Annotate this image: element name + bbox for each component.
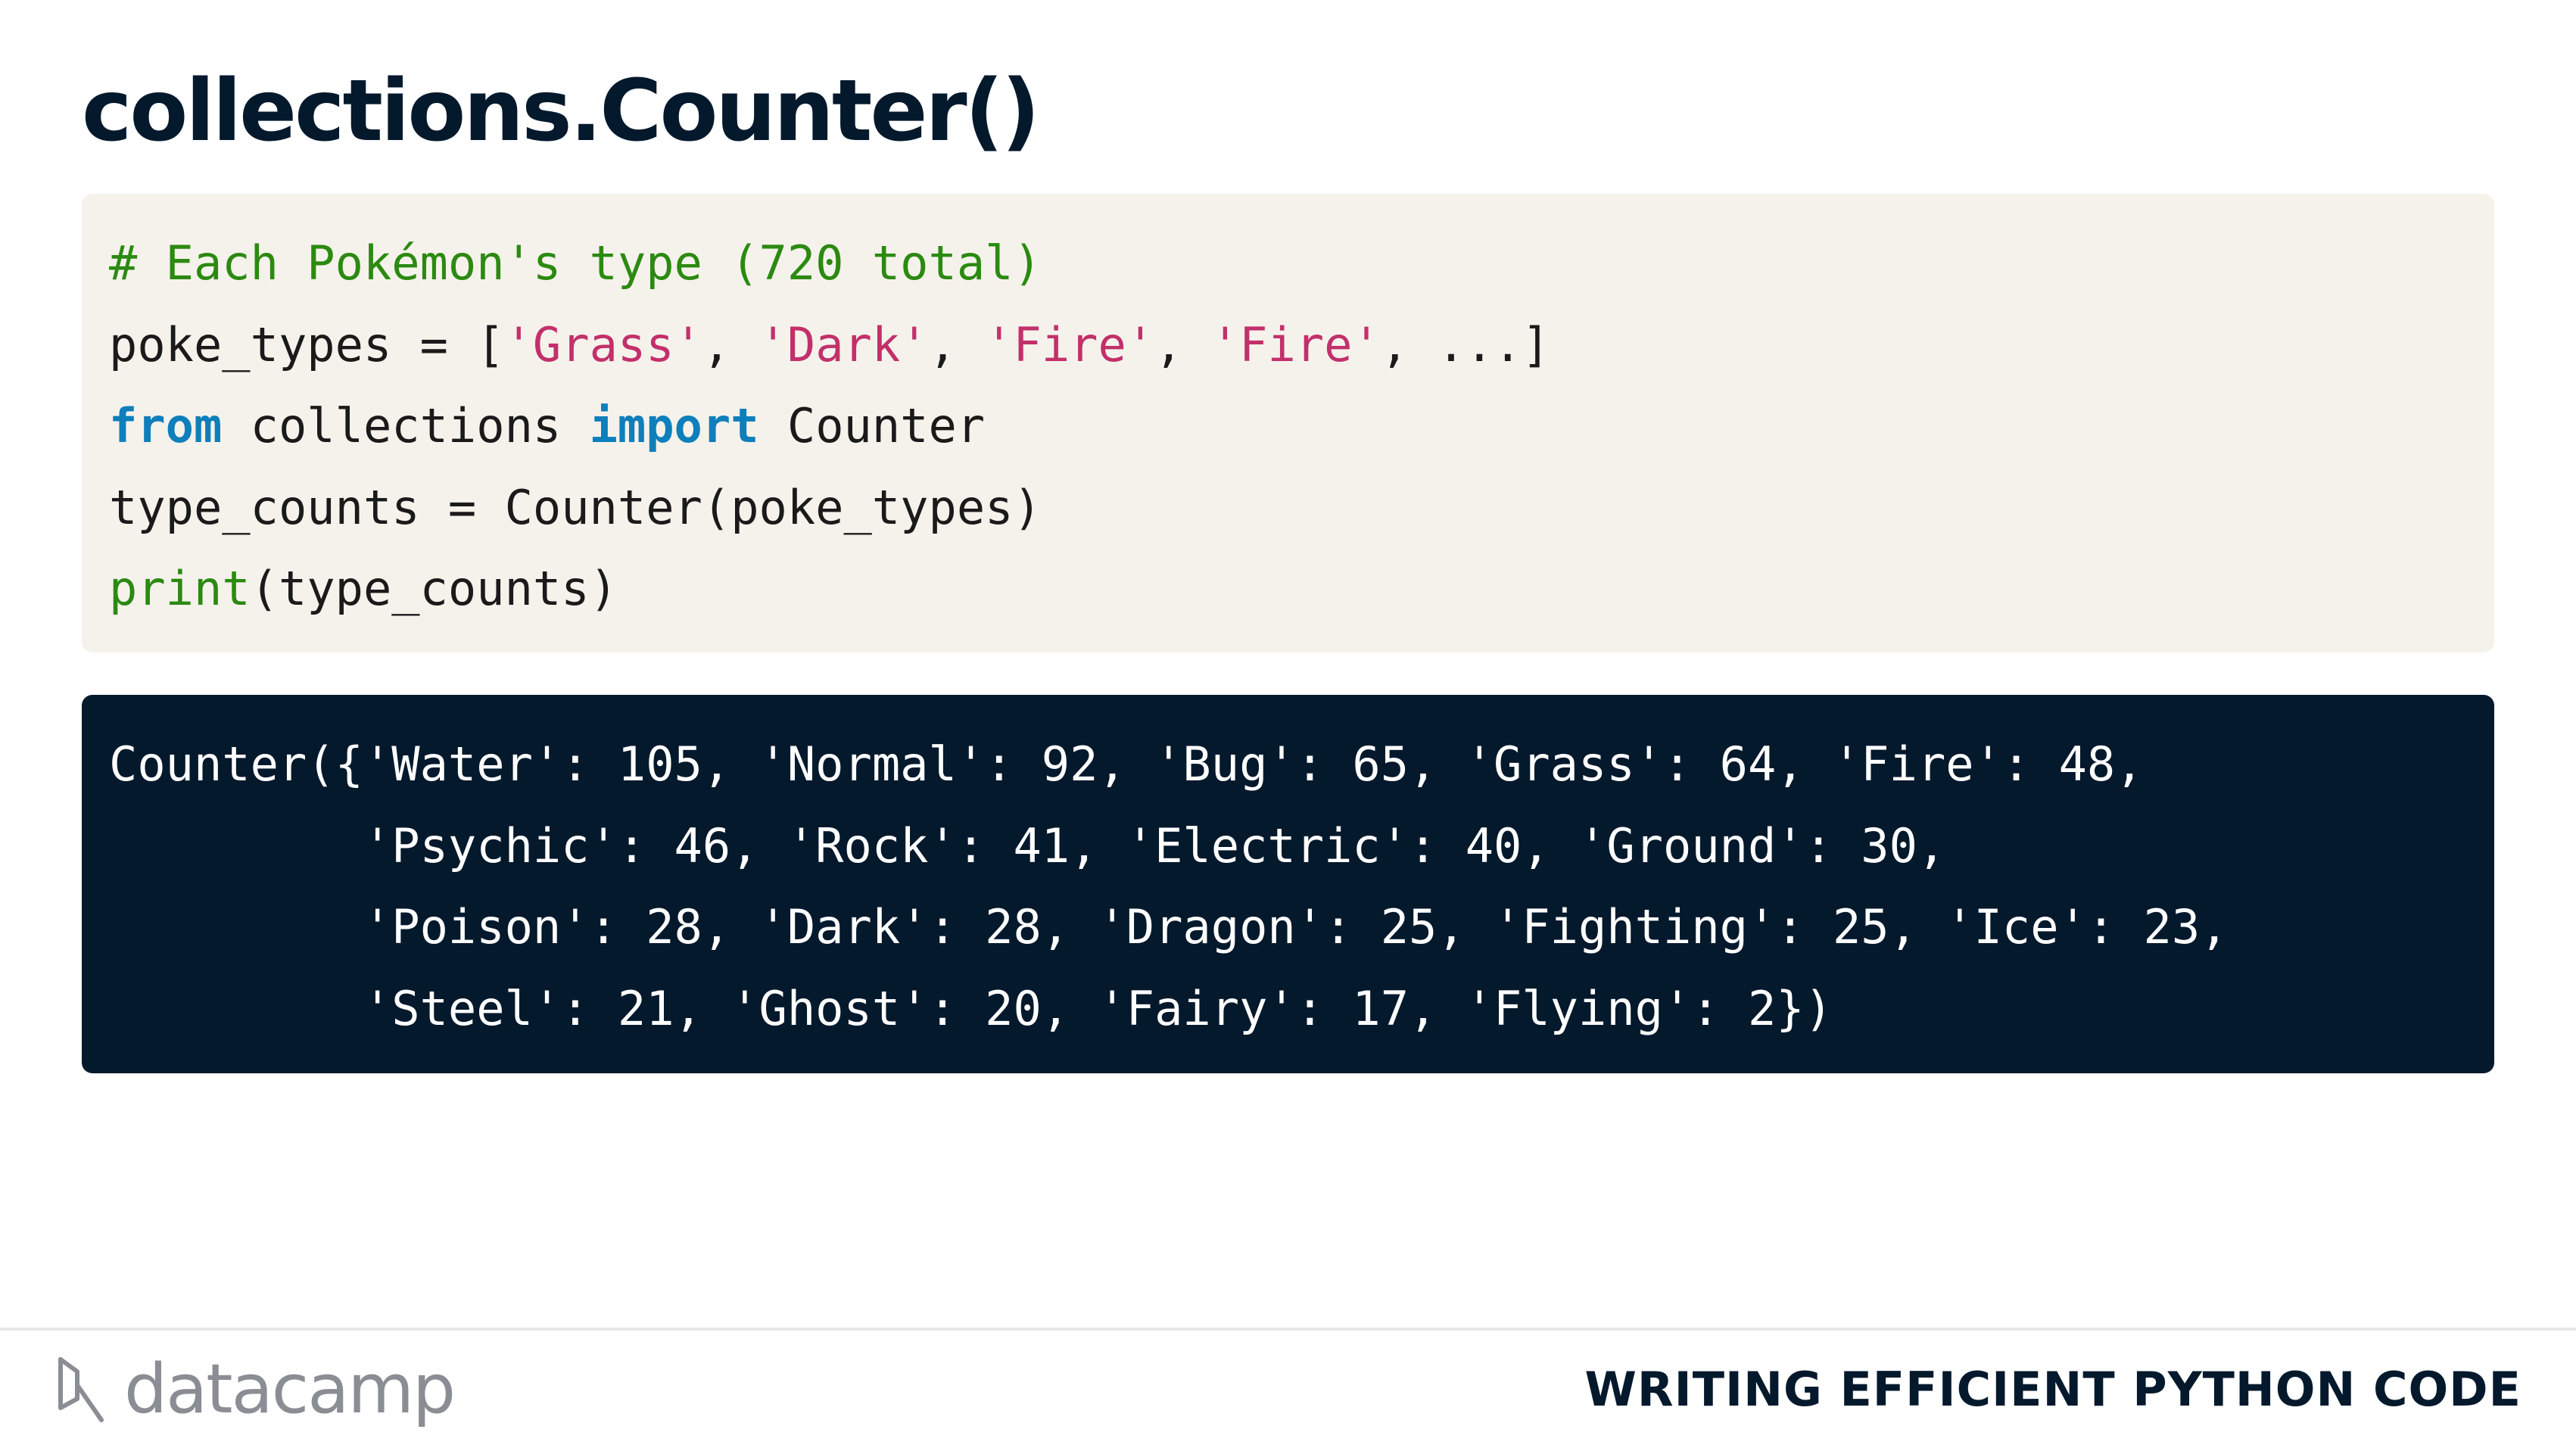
code-string: 'Fire' <box>985 316 1155 372</box>
code-string: 'Fire' <box>1210 316 1381 372</box>
brand-name: datacamp <box>124 1350 456 1429</box>
code-string: 'Dark' <box>758 316 929 372</box>
output-line-3: 'Poison': 28, 'Dark': 28, 'Dragon': 25, … <box>109 899 2229 954</box>
code-line-5: print(type_counts) <box>109 548 2494 630</box>
brand-logo: datacamp <box>55 1350 456 1429</box>
code-text: , ...] <box>1380 316 1550 372</box>
code-builtin: print <box>109 561 251 616</box>
code-text: collections <box>222 398 590 453</box>
code-block: # Each Pokémon's type (720 total) poke_t… <box>82 194 2494 652</box>
code-text: type_counts = Counter(poke_types) <box>109 479 1042 535</box>
code-line-2: poke_types = ['Grass', 'Dark', 'Fire', '… <box>109 304 2494 386</box>
output-line-2: 'Psychic': 46, 'Rock': 41, 'Electric': 4… <box>109 817 1946 873</box>
course-title: WRITING EFFICIENT PYTHON CODE <box>1584 1362 2521 1417</box>
code-string: 'Grass' <box>504 316 702 372</box>
datacamp-logo-icon <box>58 1357 104 1422</box>
code-text: Counter <box>758 398 986 453</box>
code-text: , <box>1154 316 1211 372</box>
code-text: , <box>928 316 986 372</box>
output-line-1: Counter({'Water': 105, 'Normal': 92, 'Bu… <box>109 736 2144 792</box>
code-keyword: import <box>589 398 759 453</box>
code-text: , <box>702 316 759 372</box>
code-keyword: from <box>109 398 223 453</box>
code-line-4: type_counts = Counter(poke_types) <box>109 467 2494 549</box>
code-text: (type_counts) <box>250 561 618 616</box>
output-line-4: 'Steel': 21, 'Ghost': 20, 'Fairy': 17, '… <box>109 980 1833 1036</box>
code-text: poke_types = [ <box>109 316 505 372</box>
code-comment: # Each Pokémon's type (720 total) <box>109 235 1042 291</box>
code-line-3: from collections import Counter <box>109 385 2494 467</box>
slide-title: collections.Counter() <box>82 62 1040 160</box>
code-line-1: # Each Pokémon's type (720 total) <box>109 223 2494 304</box>
output-block: Counter({'Water': 105, 'Normal': 92, 'Bu… <box>82 695 2494 1073</box>
footer-divider <box>0 1328 2576 1331</box>
